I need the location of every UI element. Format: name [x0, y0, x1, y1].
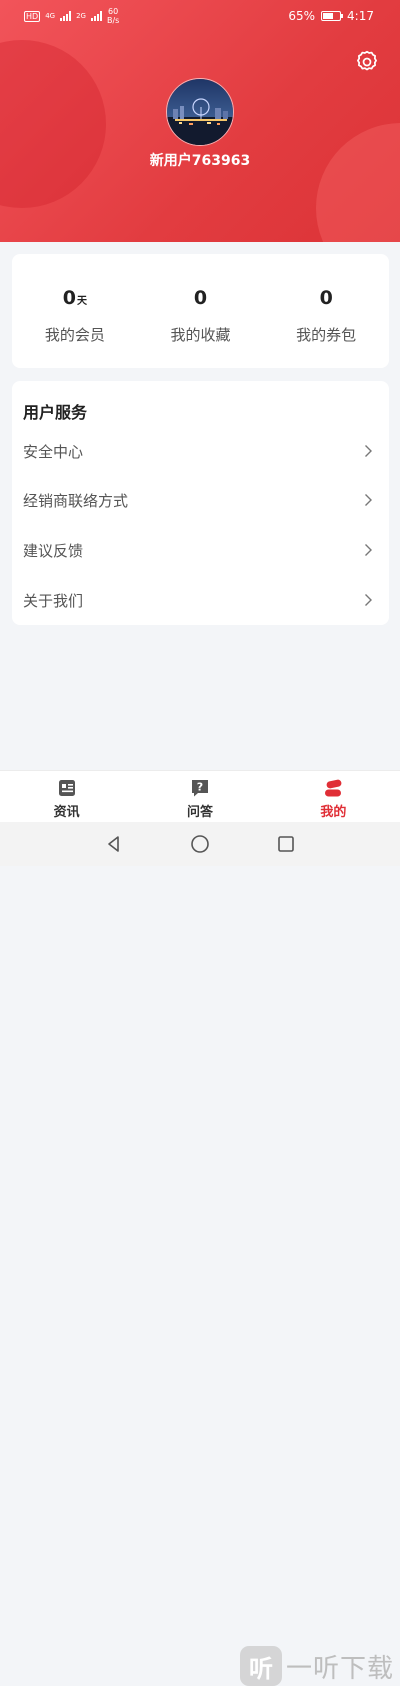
stat-value: 0: [263, 287, 389, 309]
stat-label: 我的收藏: [170, 326, 231, 344]
chevron-right-icon: [365, 594, 372, 606]
watermark-text: 一听下载: [286, 1653, 395, 1684]
system-nav-bar: 听 一听下载: [0, 822, 400, 1686]
back-icon[interactable]: [104, 834, 124, 854]
recents-icon[interactable]: [276, 834, 296, 854]
tab-label: 我的: [320, 805, 347, 820]
status-right: 65% 4:17: [288, 9, 374, 23]
menu-item-label: 建议反馈: [23, 542, 84, 560]
net-speed: 60 B/s: [107, 7, 119, 25]
network-type-1: 4G: [45, 12, 56, 20]
stat-coupons[interactable]: 0 我的券包: [263, 254, 389, 368]
bottom-tab-bar: 资讯 ? 问答 我的: [0, 770, 400, 822]
chevron-right-icon: [365, 494, 372, 506]
menu-item-label: 经销商联络方式: [23, 492, 129, 510]
tab-label: 问答: [186, 805, 213, 820]
chevron-right-icon: [365, 544, 372, 556]
watermark: 听 一听下载: [240, 1646, 394, 1686]
menu-item-dealer-contact[interactable]: 经销商联络方式: [12, 475, 389, 525]
stat-unit: 天: [76, 296, 87, 307]
menu-item-security-center[interactable]: 安全中心: [12, 426, 389, 476]
stat-label: 我的券包: [296, 326, 357, 344]
battery-icon: [321, 11, 344, 21]
user-services-card: 用户服务 安全中心 经销商联络方式 建议反馈 关于我们: [12, 381, 389, 625]
hd-badge: HD: [24, 10, 41, 22]
gear-icon[interactable]: [354, 49, 380, 75]
watermark-logo: 听: [240, 1646, 282, 1686]
profile-icon: [325, 779, 342, 797]
menu-item-label: 安全中心: [23, 443, 84, 461]
tab-news[interactable]: 资讯: [0, 771, 133, 822]
network-type-2: 2G: [76, 12, 86, 20]
menu-item-feedback[interactable]: 建议反馈: [12, 525, 389, 575]
menu-item-label: 关于我们: [23, 592, 84, 610]
svg-text:?: ?: [197, 781, 203, 794]
decor-circle: [0, 40, 106, 208]
stat-value: 0天: [12, 287, 138, 309]
net-speed-unit: B/s: [106, 16, 120, 25]
stat-membership[interactable]: 0天 我的会员: [12, 254, 138, 368]
chevron-right-icon: [365, 445, 372, 457]
decor-circle: [316, 123, 400, 242]
home-icon[interactable]: [190, 834, 210, 854]
stats-card: 0天 我的会员 0 我的收藏 0 我的券包: [12, 254, 389, 368]
battery-fill: [323, 13, 334, 19]
stat-number: 0: [193, 287, 208, 309]
stat-number: 0: [319, 287, 333, 309]
stat-favorites[interactable]: 0 我的收藏: [138, 254, 264, 368]
username: 新用户763963: [149, 153, 251, 169]
net-speed-value: 60: [108, 7, 119, 16]
tab-qa[interactable]: ? 问答: [133, 771, 266, 822]
qa-icon: ?: [191, 780, 208, 797]
battery-percent: 65%: [288, 9, 316, 23]
stat-number: 0: [62, 287, 76, 309]
stat-label: 我的会员: [44, 326, 105, 344]
news-icon: [58, 780, 75, 796]
signal-icon: [60, 11, 72, 21]
stat-value: 0: [138, 287, 264, 309]
signal-icon: [90, 11, 102, 21]
status-bar: HD 4G 2G 60 B/s 65% 4:17: [0, 0, 400, 34]
menu-item-about-us[interactable]: 关于我们: [12, 575, 389, 625]
status-left: HD 4G 2G 60 B/s: [24, 7, 119, 25]
section-title: 用户服务: [23, 403, 88, 422]
profile-header: HD 4G 2G 60 B/s 65% 4:17 新用户763963: [0, 0, 400, 242]
tab-mine[interactable]: 我的: [267, 771, 400, 822]
avatar[interactable]: [166, 78, 234, 146]
tab-label: 资讯: [53, 805, 80, 820]
clock: 4:17: [347, 9, 374, 23]
